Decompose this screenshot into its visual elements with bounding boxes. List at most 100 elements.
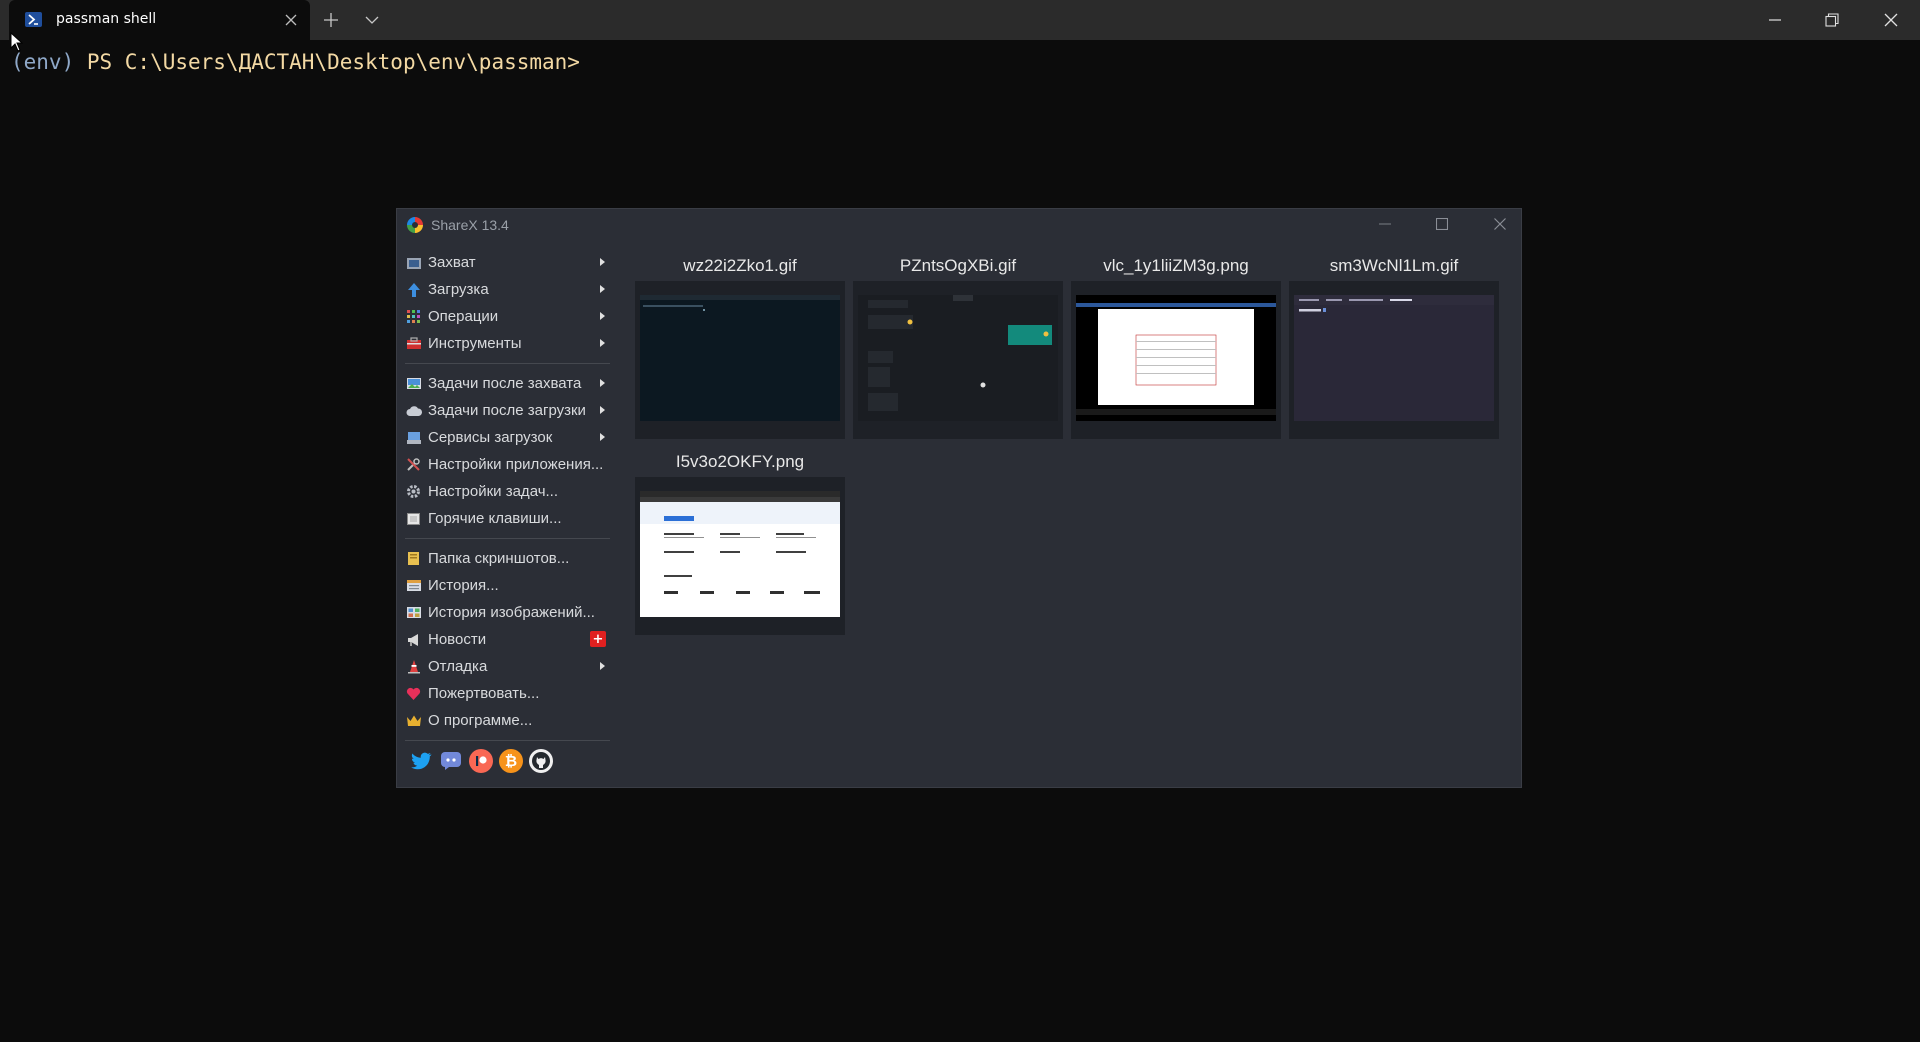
thumbnail-image — [640, 491, 840, 617]
menu-item-label: Сервисы загрузок — [428, 429, 553, 446]
twitter-icon[interactable] — [409, 749, 433, 773]
bitcoin-icon[interactable]: ₿ — [499, 749, 523, 773]
thumbnail-item[interactable]: sm3WcNl1Lm.gif — [1289, 255, 1499, 439]
menu-item-label: Настройки задач... — [428, 483, 559, 500]
menu-item-label: Захват — [428, 254, 476, 271]
submenu-arrow-icon — [600, 339, 605, 347]
toolbox-icon — [405, 335, 422, 352]
tab-close-icon[interactable] — [281, 10, 301, 30]
submenu-arrow-icon — [600, 406, 605, 414]
menu-item-tools[interactable]: Инструменты — [405, 330, 610, 357]
grid-icon — [405, 308, 422, 325]
folder-icon — [405, 550, 422, 567]
thumbnail-filename: wz22i2Zko1.gif — [683, 256, 797, 275]
prompt-env: (env) — [11, 50, 75, 74]
thumbnail-item[interactable]: wz22i2Zko1.gif — [635, 255, 845, 439]
menu-item-label: Пожертвовать... — [428, 685, 540, 702]
chevron-down-icon — [365, 16, 379, 24]
megaphone-icon — [405, 631, 422, 648]
menu-item-label: Операции — [428, 308, 499, 325]
server-icon — [405, 429, 422, 446]
patreon-icon[interactable] — [469, 749, 493, 773]
minimize-icon — [1379, 223, 1391, 225]
restore-icon — [1825, 13, 1839, 27]
thumbnail-filename: vlc_1y1liiZM3g.png — [1103, 256, 1249, 275]
tab-passman-shell[interactable]: passman shell — [9, 0, 310, 40]
menu-item-after-capture[interactable]: Задачи после захвата — [405, 370, 610, 397]
thumbnail-frame — [1289, 281, 1499, 439]
menu-item-label: История изображений... — [428, 604, 595, 621]
menu-item-capture[interactable]: Захват — [405, 249, 610, 276]
thumbnail-frame — [635, 477, 845, 635]
thumbnail-item[interactable]: vlc_1y1liiZM3g.png — [1071, 255, 1281, 439]
submenu-arrow-icon — [600, 662, 605, 670]
menu-item-news[interactable]: Новости + — [405, 626, 610, 653]
menu-item-workflows[interactable]: Операции — [405, 303, 610, 330]
terminal-titlebar: passman shell — [0, 0, 1920, 40]
menu-item-label: Папка скриншотов... — [428, 550, 570, 567]
history-icon — [405, 577, 422, 594]
prompt-path: PS C:\Users\ДАСТАН\Desktop\env\passman> — [74, 50, 580, 74]
image-history-icon — [405, 604, 422, 621]
traffic-cone-icon — [405, 658, 422, 675]
menu-item-label: Настройки приложения... — [428, 456, 604, 473]
heart-icon — [405, 685, 422, 702]
sharex-window: ShareX 13.4 Захват Загрузка Операции Инс… — [396, 208, 1522, 788]
thumbnail-image — [858, 295, 1058, 421]
menu-item-upload[interactable]: Загрузка — [405, 276, 610, 303]
menu-item-label: История... — [428, 577, 499, 594]
menu-item-label: Новости — [428, 631, 487, 648]
menu-item-task-settings[interactable]: Настройки задач... — [405, 478, 610, 505]
menu-item-label: Задачи после загрузки — [428, 402, 586, 419]
submenu-arrow-icon — [600, 379, 605, 387]
menu-item-label: Загрузка — [428, 281, 489, 298]
thumbnail-frame — [635, 281, 845, 439]
menu-item-image-history[interactable]: История изображений... — [405, 599, 610, 626]
cloud-icon — [405, 402, 422, 419]
new-tab-button[interactable] — [314, 0, 348, 40]
github-icon[interactable] — [529, 749, 553, 773]
submenu-arrow-icon — [600, 312, 605, 320]
thumbnail-item[interactable]: I5v3o2OKFY.png — [635, 451, 845, 635]
sharex-close-button[interactable] — [1485, 213, 1515, 235]
tab-title: passman shell — [56, 11, 157, 27]
menu-separator — [405, 740, 610, 741]
sharex-minimize-button[interactable] — [1370, 213, 1400, 235]
prompt-line: (env) PS C:\Users\ДАСТАН\Desktop\env\pas… — [11, 50, 580, 74]
menu-item-label: Задачи после захвата — [428, 375, 582, 392]
sharex-logo-icon — [407, 217, 423, 233]
upload-arrow-icon — [405, 281, 422, 298]
menu-item-history[interactable]: История... — [405, 572, 610, 599]
menu-item-hotkeys[interactable]: Горячие клавиши... — [405, 505, 610, 532]
thumbnail-item[interactable]: PZntsOgXBi.gif — [853, 255, 1063, 439]
tab-dropdown-button[interactable] — [355, 0, 389, 40]
powershell-icon — [25, 12, 42, 27]
menu-item-debug[interactable]: Отладка — [405, 653, 610, 680]
menu-item-screenshots-folder[interactable]: Папка скриншотов... — [405, 545, 610, 572]
sharex-titlebar[interactable]: ShareX 13.4 — [397, 209, 1521, 239]
menu-item-about[interactable]: О программе... — [405, 707, 610, 734]
menu-item-destinations[interactable]: Сервисы загрузок — [405, 424, 610, 451]
restore-button[interactable] — [1809, 0, 1855, 40]
image-icon — [405, 375, 422, 392]
gear-icon — [405, 483, 422, 500]
thumbnail-filename: sm3WcNl1Lm.gif — [1329, 256, 1459, 275]
close-icon — [1494, 218, 1506, 230]
minimize-button[interactable] — [1752, 0, 1798, 40]
thumbnail-filename: PZntsOgXBi.gif — [899, 256, 1017, 275]
close-icon — [1884, 13, 1898, 27]
submenu-arrow-icon — [600, 285, 605, 293]
thumbnail-filename: I5v3o2OKFY.png — [675, 452, 805, 471]
menu-separator — [405, 363, 610, 364]
menu-item-app-settings[interactable]: Настройки приложения... — [405, 451, 610, 478]
thumbnail-image — [1294, 295, 1494, 421]
menu-item-label: О программе... — [428, 712, 533, 729]
maximize-icon — [1436, 218, 1448, 230]
menu-separator — [405, 538, 610, 539]
discord-icon[interactable] — [439, 749, 463, 773]
keyboard-icon — [405, 510, 422, 527]
menu-item-donate[interactable]: Пожертвовать... — [405, 680, 610, 707]
menu-item-after-upload[interactable]: Задачи после загрузки — [405, 397, 610, 424]
close-button[interactable] — [1868, 0, 1914, 40]
sharex-maximize-button[interactable] — [1427, 213, 1457, 235]
